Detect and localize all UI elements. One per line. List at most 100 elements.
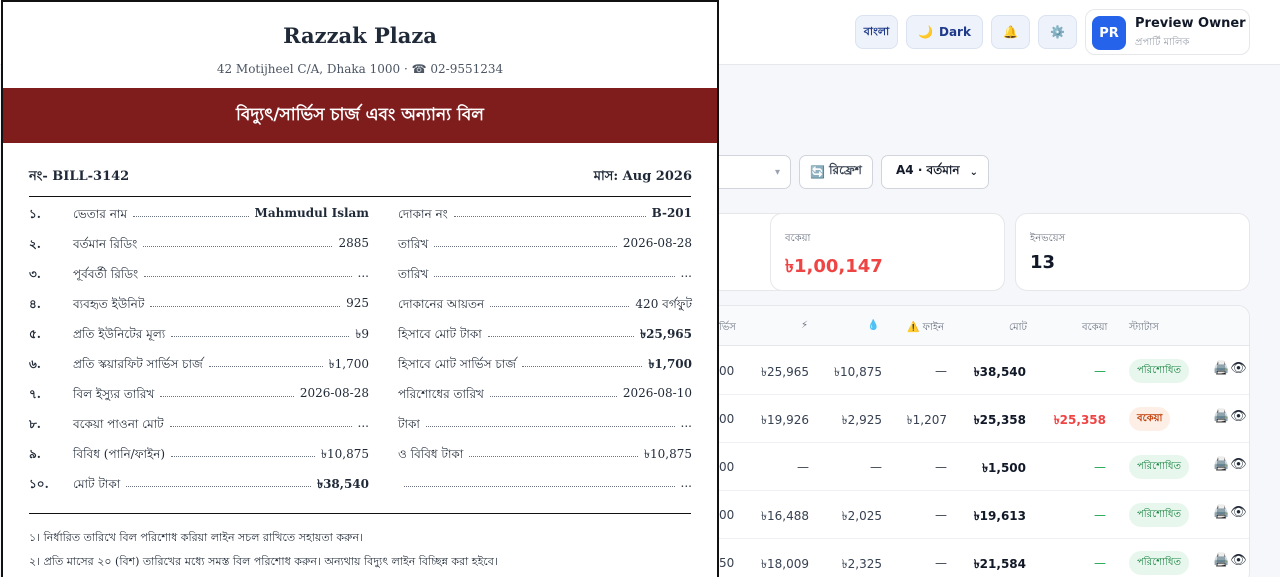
line-number: ৮. <box>29 417 41 431</box>
line-dots <box>160 396 294 397</box>
bill-line-right: দোকান নং B-201 <box>398 206 692 226</box>
status-badge: পরিশোধিত <box>1129 503 1189 527</box>
line-label: ভেতার নাম <box>73 207 128 221</box>
stat-card-invoices: ইনভয়েস 13 <box>1015 213 1250 291</box>
paper-size-select[interactable]: A4 · বর্তমান ⌄ <box>881 155 989 189</box>
eye-icon[interactable]: 👁 <box>1230 361 1247 376</box>
line-value: ... <box>680 476 692 490</box>
profile-menu[interactable]: PR Preview Owner প্রপার্টি মালিক <box>1085 9 1250 55</box>
column-header: ⚠️ ফাইন <box>907 322 945 333</box>
column-header: বকেয়া <box>1082 322 1108 333</box>
cell-service: 00 <box>719 508 735 522</box>
invoice-table: র্ভিস ⚡ 💧 ⚠️ ফাইন মোট বকেয়া স্ট্যাটাস 0… <box>700 305 1250 577</box>
line-dots <box>469 456 638 457</box>
bill-line-right: ও বিবিধ টাকা ৳10,875 <box>398 446 692 466</box>
line-label: পূর্ববর্তী রিডিং <box>73 267 139 281</box>
line-dots <box>522 366 642 367</box>
bill-line-left: ৪. ব্যবহৃত ইউনিট 925 <box>29 296 369 316</box>
cell-due: — <box>1094 556 1106 570</box>
status-badge: পরিশোধিত <box>1129 551 1189 575</box>
column-header: মোট <box>1009 322 1027 333</box>
profile-role: প্রপার্টি মালিক <box>1135 37 1190 48</box>
dark-mode-button[interactable]: 🌙 Dark <box>906 15 983 49</box>
cell-due: — <box>1094 508 1106 522</box>
line-value: ৳10,875 <box>321 447 369 461</box>
settings-button[interactable]: ⚙️ <box>1038 15 1077 49</box>
line-number: ৯. <box>29 447 41 461</box>
cell-water: ৳10,875 <box>834 365 882 379</box>
eye-icon[interactable]: 👁 <box>1230 409 1247 424</box>
line-label: বকেয়া পাওনা মোট <box>73 417 164 431</box>
cell-electricity: — <box>797 460 809 474</box>
line-dots <box>170 426 352 427</box>
cell-fine: ৳1,207 <box>906 413 947 427</box>
eye-icon[interactable]: 👁 <box>1230 505 1247 520</box>
line-number: ৬. <box>29 357 41 371</box>
printer-icon[interactable]: 🖨️ <box>1213 553 1229 568</box>
line-value: B-201 <box>651 206 692 220</box>
line-dots <box>171 456 315 457</box>
line-value: 2026-08-28 <box>622 236 692 250</box>
cell-total: ৳38,540 <box>973 365 1026 379</box>
bill-note: ১। নির্ধারিত তারিখে বিল পরিশোধ করিয়া লা… <box>29 531 363 544</box>
eye-icon[interactable]: 👁 <box>1230 457 1247 472</box>
row-actions: 🖨️ 👁 <box>1213 553 1247 568</box>
line-value: ৳10,875 <box>644 447 692 461</box>
line-label: মোট টাকা <box>73 477 121 491</box>
gear-icon: ⚙️ <box>1050 25 1065 39</box>
line-dots <box>434 246 617 247</box>
table-row[interactable]: 50 ৳18,009 ৳2,325 — ৳21,584 — পরিশোধিত 🖨… <box>701 539 1249 577</box>
bill-line-right: তারিখ 2026-08-28 <box>398 236 692 256</box>
column-header: 💧 <box>867 320 880 331</box>
table-row[interactable]: 00 ৳19,926 ৳2,925 ৳1,207 ৳25,358 ৳25,358… <box>701 395 1249 443</box>
line-label: হিসাবে মোট টাকা <box>398 327 482 341</box>
line-value: ৳25,965 <box>640 327 692 341</box>
column-header: ⚡ <box>801 320 809 331</box>
line-dots <box>488 336 634 337</box>
bill-line-right: ... <box>398 476 692 496</box>
line-label: হিসাবে মোট সার্ভিস চার্জ <box>398 357 517 371</box>
cell-electricity: ৳19,926 <box>761 413 809 427</box>
line-label: প্রতি স্কয়ারফিট সার্ভিস চার্জ <box>73 357 203 371</box>
table-row[interactable]: 00 — — — ৳1,500 — পরিশোধিত 🖨️ 👁 <box>701 443 1249 491</box>
bill-line-right: পরিশোধের তারিখ 2026-08-10 <box>398 386 692 406</box>
row-actions: 🖨️ 👁 <box>1213 505 1247 520</box>
printer-icon[interactable]: 🖨️ <box>1213 361 1229 376</box>
line-dots <box>144 276 352 277</box>
line-value: 2026-08-10 <box>622 386 692 400</box>
line-dots <box>171 336 349 337</box>
line-value: ৳1,700 <box>648 357 692 371</box>
table-row[interactable]: 00 ৳16,488 ৳2,025 — ৳19,613 — পরিশোধিত 🖨… <box>701 491 1249 539</box>
line-label: বিল ইস্যুর তারিখ <box>73 387 155 401</box>
eye-icon[interactable]: 👁 <box>1230 553 1247 568</box>
language-toggle-button[interactable]: বাংলা <box>855 15 898 49</box>
row-actions: 🖨️ 👁 <box>1213 409 1247 424</box>
notifications-button[interactable]: 🔔 <box>991 15 1030 49</box>
line-number: ৫. <box>29 327 41 341</box>
divider <box>29 196 691 197</box>
refresh-button[interactable]: 🔄 রিফ্রেশ <box>799 155 873 189</box>
cell-fine: — <box>935 364 947 378</box>
cell-total: ৳19,613 <box>973 509 1026 523</box>
printer-icon[interactable]: 🖨️ <box>1213 409 1229 424</box>
line-label: দোকান নং <box>398 207 448 221</box>
line-label: ও বিবিধ টাকা <box>398 447 464 461</box>
bill-line-left: ৫. প্রতি ইউনিটের মূল্য ৳9 <box>29 326 369 346</box>
bill-line-left: ৭. বিল ইস্যুর তারিখ 2026-08-28 <box>29 386 369 406</box>
bill-line-right: টাকা... <box>398 416 692 436</box>
table-row[interactable]: 00 ৳25,965 ৳10,875 — ৳38,540 — পরিশোধিত … <box>701 347 1249 395</box>
line-value: ৳38,540 <box>317 477 369 491</box>
cell-electricity: ৳18,009 <box>761 557 809 571</box>
line-value: ... <box>357 266 369 280</box>
cell-fine: — <box>935 556 947 570</box>
printer-icon[interactable]: 🖨️ <box>1213 457 1229 472</box>
line-label: বর্তমান রিডিং <box>73 237 138 251</box>
bill-line-left: ৯. বিবিধ (পানি/ফাইন) ৳10,875 <box>29 446 369 466</box>
bill-line-left: ৮. বকেয়া পাওনা মোট... <box>29 416 369 436</box>
line-label: প্রতি ইউনিটের মূল্য <box>73 327 166 341</box>
line-dots <box>404 486 675 487</box>
line-value: ... <box>680 416 692 430</box>
printer-icon[interactable]: 🖨️ <box>1213 505 1229 520</box>
cell-fine: — <box>935 508 947 522</box>
cell-water: ৳2,025 <box>841 509 882 523</box>
